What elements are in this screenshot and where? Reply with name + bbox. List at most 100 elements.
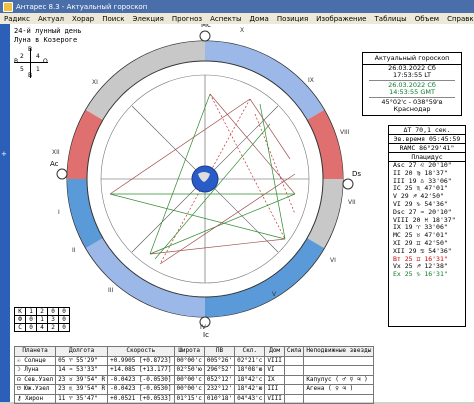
time-gmt: 14:53:55 GMT [389,88,435,96]
menu-item-radix[interactable]: Радикс [0,15,34,23]
window-title: Антарес 8.3 - Актуальный гороскоп [16,2,148,11]
houses-panel: ΔT 70,1 сек. Эв.время 05:45:59 RAMC 86°2… [388,125,466,327]
delta-t: ΔT 70,1 сек. [389,126,465,135]
menu-item-aspects[interactable]: Аспекты [206,15,245,23]
menu-item-position[interactable]: Позиция [273,15,312,23]
cell [303,355,375,366]
cell: 00°00'с [173,374,205,385]
col-speed[interactable]: Скорость [107,346,175,357]
elements-cell: 0 [47,307,59,316]
cell [303,365,375,376]
cell: -0.0423 [-0.0530] [107,384,175,395]
cell: ⚷ Хирон [13,393,57,404]
cell: 052°12' [203,374,236,385]
col-power[interactable]: Сила [283,346,305,357]
house-value: 25 ♑ 16'31" [404,270,448,279]
left-marker: + [1,150,7,158]
cell: 02°21'с [234,355,266,366]
house-label: Asc [393,161,405,169]
cell: Капулус ( ♂ ☿ ♃ ) [303,374,375,385]
elements-cell: К [14,307,26,316]
cell: ☊ Сев.Узел [13,374,57,385]
house-viii-label: VIII [340,129,350,136]
house-value: 25 ♐ 12'38" [404,262,448,271]
menu-item-image[interactable]: Изображение [312,15,370,23]
house-iv-label: IV [200,324,207,331]
cell: ☽ Луна [13,365,57,376]
house-value: 29 ♑ 54'36" [404,199,448,208]
cell: 010°18' [203,393,236,404]
house-label: MC [393,231,401,240]
house-xi-label: XI [92,79,98,86]
elements-row-s: С 0 4 2 0 [14,323,70,332]
elements-cell: 2 [47,323,59,332]
house-label: VIII [393,215,409,224]
house-value: 25 ♉ 47'01" [404,231,448,240]
cross-bl: 5 [20,66,24,73]
house-label: Dsc [393,207,405,216]
table-row[interactable]: ⚷ Хирон 11 ♈ 35'47" +0.0521 [+0.0533] 01… [13,393,375,404]
menu-item-houses[interactable]: Дома [245,15,272,23]
cell: 005°26' [203,355,236,366]
col-latitude[interactable]: Широта [173,346,205,357]
table-row[interactable]: ☽ Луна 14 ♒ 53'33" +14.085 [+13.177] 02°… [13,365,375,376]
menu-item-aktual[interactable]: Актуал [34,15,68,23]
house-value: 20 ♓ 18'37" [412,215,456,224]
house-label: XI [393,238,401,247]
horoscope-wheel[interactable]: Mc Ic Ac Ds I II III IV V VI VII VIII IX… [40,24,370,344]
col-pv[interactable]: ПВ [203,346,236,357]
cross-tl: 2 [20,53,24,60]
house-label: II [393,168,401,177]
house-ii-label: II [72,247,76,254]
ic-label: Ic [203,331,209,339]
app-icon [3,1,13,12]
elements-cell: С [14,323,26,332]
table-row[interactable]: ☉ Солнце 05 ♈ 55'29" +0.9905 [+0.8723] 0… [13,355,375,366]
cross-top: В [28,46,33,53]
cell: 00°00'с [173,355,205,366]
ephemeris-time: Эв.время 05:45:59 [389,135,465,144]
cell: 05 ♈ 55'29" [55,355,109,366]
cell: 14 ♒ 53'33" [55,365,109,376]
house-value: 19 ♎ 33'06" [408,176,452,185]
cross-left: В [14,58,19,65]
house-value: 25 ♏ 47'01" [404,184,448,193]
menu-item-volume[interactable]: Объем [411,15,443,23]
menu-item-poisk[interactable]: Поиск [98,15,128,23]
menu-item-tables[interactable]: Таблицы [371,15,411,23]
table-row[interactable]: ☋ Юж.Узел 23 ♏ 39'54" R -0.0423 [-0.0530… [13,384,375,395]
col-house[interactable]: Дом [264,346,285,357]
elements-cell: 0 [58,307,70,316]
cell: 02°50'ю [173,365,205,376]
house-ix-label: IX [308,77,314,84]
house-label: VI [393,199,401,208]
cell: VIII [264,355,285,366]
elements-cell: 4 [36,323,48,332]
time-lt: 17:53:55 LT [393,71,431,79]
city: Краснодар [393,105,431,113]
col-longitude[interactable]: Долгота [55,346,109,357]
col-declination[interactable]: Скл. [234,346,266,357]
house-value: 19 ♈ 33'06" [404,223,448,232]
house-vii-label: VII [348,199,356,206]
menu-item-election[interactable]: Элекция [128,15,167,23]
cell: ☋ Юж.Узел [13,384,57,395]
cell [283,393,305,404]
menu-item-horar[interactable]: Хорар [68,15,98,23]
house-value: 29 ♐ 42'50" [400,192,444,201]
elements-row-k: К 1 2 0 0 [14,307,70,316]
mc-label: Mc [201,24,211,29]
table-row[interactable]: ☊ Сев.Узел 23 ♉ 39'54" R -0.0423 [-0.053… [13,374,375,385]
asc-label: Ac [50,160,59,168]
cell [303,393,375,404]
cell [283,365,305,376]
elements-row-f: Ф 0 1 3 0 [14,315,70,324]
col-planet[interactable]: Планета [13,346,57,357]
house-x-label: X [240,27,244,34]
col-fixed-stars[interactable]: Неподвижные звезды [303,346,375,357]
cell: +14.085 [+13.177] [107,365,175,376]
menu-item-forecast[interactable]: Прогноз [168,15,206,23]
cell: +0.9905 [+0.8723] [107,355,175,366]
cell: IX [264,374,285,385]
menu-item-help[interactable]: Справка [443,15,474,23]
